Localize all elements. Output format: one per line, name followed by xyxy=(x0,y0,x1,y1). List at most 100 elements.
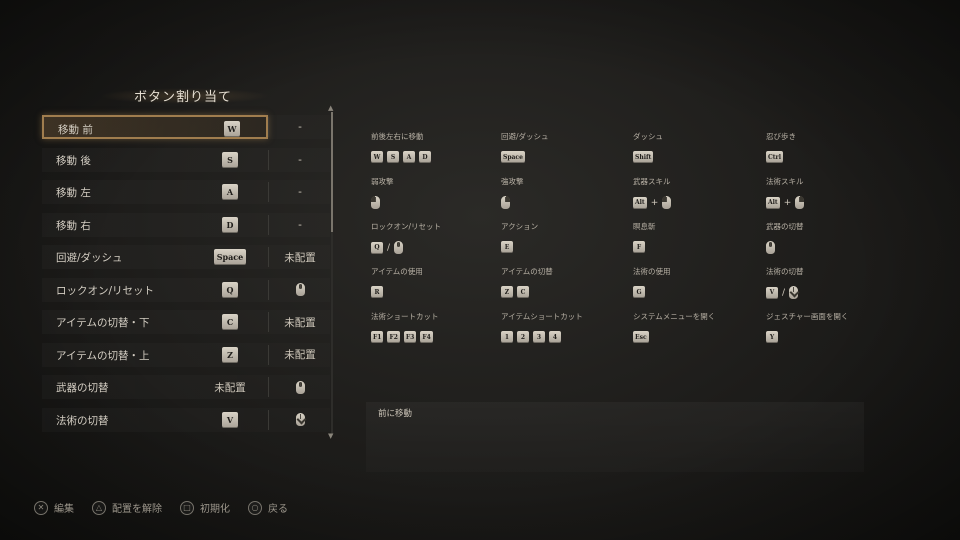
overview-keys: E xyxy=(501,241,631,253)
overview-label: アイテムの使用 xyxy=(371,267,423,276)
mouse-wheeldn-icon xyxy=(295,413,305,426)
page-title: ボタン割り当て xyxy=(133,90,232,105)
secondary-key-slot[interactable] xyxy=(270,278,330,302)
overview-item: ダッシュ Shift xyxy=(633,131,763,171)
key-cap-icon: D xyxy=(222,216,238,233)
scrollbar-thumb[interactable] xyxy=(331,112,333,232)
overview-item: 前後左右に移動 W S A D xyxy=(371,131,501,171)
binding-row[interactable]: アイテムの切替・上 Z 未配置 xyxy=(42,342,330,367)
primary-key-slot[interactable]: S xyxy=(214,148,246,172)
key-cap-icon: F4 xyxy=(420,331,433,343)
footer-label: 初期化 xyxy=(200,504,230,515)
overview-item: 武器スキル Alt + xyxy=(633,176,763,216)
secondary-value: - xyxy=(298,121,302,133)
secondary-value: 未配置 xyxy=(284,251,316,264)
column-divider xyxy=(268,117,269,137)
footer-label: 戻る xyxy=(268,504,288,515)
binding-label: 武器の切替 xyxy=(56,382,109,394)
slash-separator: / xyxy=(387,242,391,253)
primary-key-slot[interactable]: D xyxy=(214,213,246,237)
overview-item: 強攻撃 xyxy=(501,176,631,216)
overview-item: システムメニューを開く Esc xyxy=(633,311,763,351)
mouse-wheel-icon xyxy=(295,283,305,296)
key-cap-icon: 4 xyxy=(549,331,561,343)
primary-key-slot[interactable]: W xyxy=(216,117,248,141)
binding-label: 移動 左 xyxy=(56,187,91,199)
binding-row[interactable]: 武器の切替 未配置 xyxy=(42,375,330,399)
overview-item: 回避/ダッシュ Space xyxy=(501,131,631,171)
primary-key-slot[interactable]: 未配置 xyxy=(214,375,246,399)
key-cap-icon: Y xyxy=(766,331,778,343)
binding-primary-cell[interactable]: ロックオン/リセット Q xyxy=(42,278,268,302)
overview-label: ダッシュ xyxy=(633,132,663,141)
binding-primary-cell[interactable]: 移動 後 S xyxy=(42,148,268,172)
overview-item: アイテムショートカット 1 2 3 4 xyxy=(501,311,631,351)
primary-key-slot[interactable]: Q xyxy=(214,278,246,302)
overview-label: 瞑息斬 xyxy=(633,222,656,231)
key-cap-icon: G xyxy=(633,286,645,298)
secondary-key-slot[interactable] xyxy=(270,408,330,432)
overview-label: 忍び歩き xyxy=(766,132,796,141)
binding-row[interactable]: 移動 後 S - xyxy=(42,147,330,172)
key-cap-icon: Z xyxy=(501,286,513,298)
primary-key-slot[interactable]: A xyxy=(214,180,246,204)
overview-keys: Alt + xyxy=(633,196,763,209)
overview-label: アクション xyxy=(501,222,539,231)
key-cap-icon: 3 xyxy=(533,331,545,343)
primary-key-slot[interactable]: Space xyxy=(214,245,246,269)
overview-item: アクション E xyxy=(501,221,631,261)
binding-primary-cell[interactable]: 武器の切替 未配置 xyxy=(42,375,268,399)
binding-row[interactable]: 移動 前 W - xyxy=(42,115,330,139)
key-cap-icon: V xyxy=(766,286,778,299)
primary-key-slot[interactable]: V xyxy=(214,408,246,432)
binding-row[interactable]: アイテムの切替・下 C 未配置 xyxy=(42,310,330,334)
overview-keys: Alt + xyxy=(766,196,896,209)
binding-row[interactable]: 回避/ダッシュ Space 未配置 xyxy=(42,245,330,269)
overview-keys: F xyxy=(633,241,763,253)
binding-label: アイテムの切替・上 xyxy=(56,349,150,362)
primary-key-slot[interactable]: Z xyxy=(214,343,246,367)
overview-keys xyxy=(766,241,896,254)
overview-label: ロックオン/リセット xyxy=(371,222,442,231)
overview-label: システムメニューを開く xyxy=(633,312,716,321)
square-button-icon: □ xyxy=(180,500,194,515)
binding-primary-cell[interactable]: 移動 左 A xyxy=(42,180,268,204)
key-cap-icon: Q xyxy=(371,241,383,254)
secondary-key-slot[interactable]: 未配置 xyxy=(270,310,330,334)
binding-row[interactable]: 移動 左 A - xyxy=(42,180,330,204)
binding-primary-cell[interactable]: アイテムの切替・下 C xyxy=(42,310,268,334)
footer-square-button[interactable]: □ 初期化 xyxy=(180,500,230,515)
binding-row[interactable]: 移動 右 D - xyxy=(42,212,330,237)
secondary-key-slot[interactable]: - xyxy=(270,213,330,237)
scroll-up-icon[interactable]: ▲ xyxy=(328,104,333,112)
secondary-key-slot[interactable]: 未配置 xyxy=(270,343,330,367)
binding-row[interactable]: ロックオン/リセット Q xyxy=(42,277,330,302)
secondary-key-slot[interactable]: 未配置 xyxy=(270,245,330,269)
binding-primary-cell[interactable]: 移動 前 W xyxy=(42,115,268,139)
footer-cross-button[interactable]: ✕ 編集 xyxy=(34,500,74,515)
overview-item: アイテムの使用 R xyxy=(371,266,501,306)
binding-primary-cell[interactable]: アイテムの切替・上 Z xyxy=(42,343,268,367)
footer-triangle-button[interactable]: △ 配置を解除 xyxy=(92,500,162,515)
primary-key-slot[interactable]: C xyxy=(214,310,246,334)
mouse-wheeldn-icon xyxy=(789,286,799,299)
secondary-key-slot[interactable]: - xyxy=(270,180,330,204)
secondary-key-slot[interactable]: - xyxy=(270,115,330,139)
key-cap-icon: A xyxy=(403,151,415,163)
secondary-key-slot[interactable] xyxy=(270,375,330,399)
binding-primary-cell[interactable]: 回避/ダッシュ Space xyxy=(42,245,268,269)
overview-keys: Space xyxy=(501,151,631,163)
footer-circle-button[interactable]: ○ 戻る xyxy=(248,500,288,515)
binding-row[interactable]: 法術の切替 V xyxy=(42,407,330,432)
overview-keys: F1 F2 F3 F4 xyxy=(371,331,501,343)
triangle-button-icon: △ xyxy=(92,500,106,515)
key-cap-icon: Space xyxy=(214,249,246,265)
overview-item: 瞑息斬 F xyxy=(633,221,763,261)
description-box: 前に移動 xyxy=(366,402,864,472)
binding-label: 移動 前 xyxy=(58,124,93,136)
scroll-down-icon[interactable]: ▼ xyxy=(328,432,333,440)
binding-primary-cell[interactable]: 法術の切替 V xyxy=(42,408,268,432)
secondary-key-slot[interactable]: - xyxy=(270,148,330,172)
binding-primary-cell[interactable]: 移動 右 D xyxy=(42,213,268,237)
mouse-wheel-icon xyxy=(295,380,305,394)
